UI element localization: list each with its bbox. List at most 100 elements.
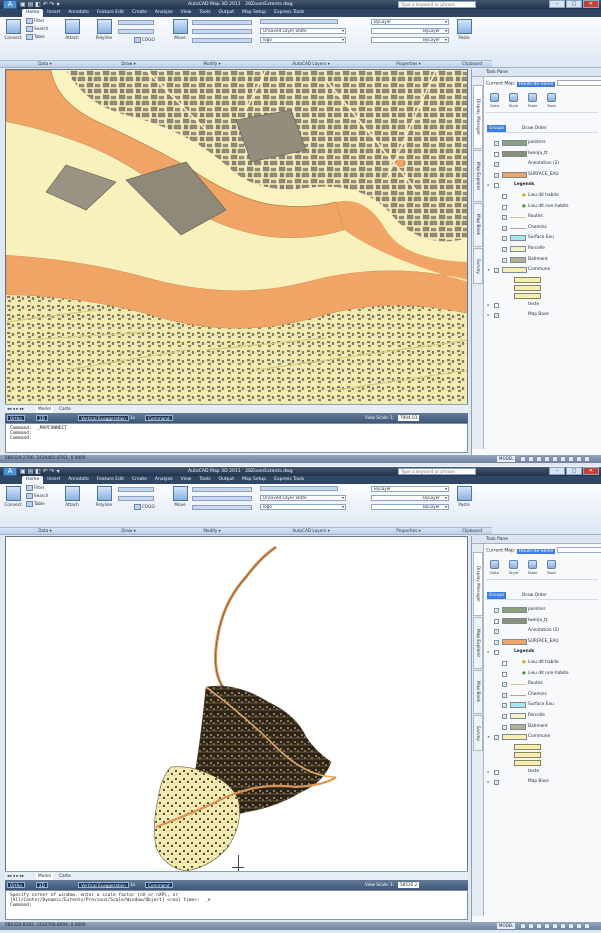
layer-checkbox[interactable] — [502, 671, 507, 677]
layer-checkbox[interactable]: ✓ — [502, 257, 507, 263]
layer-routes[interactable]: ✓ Routes — [486, 212, 600, 223]
command-toggle[interactable]: Command — [145, 415, 173, 421]
modify-tools-row-2[interactable] — [192, 29, 252, 34]
tab-carte[interactable]: Carte — [57, 873, 73, 880]
layer-checkbox[interactable]: ✓ — [502, 682, 507, 688]
maximize-button[interactable]: □ — [566, 467, 582, 475]
draw-tools-row-2[interactable] — [118, 29, 154, 34]
table-tool-button[interactable]: Table — [526, 93, 539, 112]
color-select[interactable]: ByLayer — [371, 486, 449, 492]
layer-checkbox[interactable] — [502, 193, 507, 199]
layer-batiment[interactable]: ✓ Batiment — [486, 722, 600, 733]
panel-modify[interactable]: Modify ▾ — [167, 60, 257, 67]
layer-checkbox[interactable]: ✓ — [494, 629, 499, 635]
layer-select[interactable]: logo — [260, 504, 346, 510]
panel-properties[interactable]: Properties ▾ — [365, 527, 452, 534]
vertical-exaggeration-toggle[interactable]: Vertical Exaggeration — [78, 415, 129, 421]
tab-carte[interactable]: Carte — [57, 406, 73, 413]
tab-display-manager[interactable]: Display Manager — [473, 85, 483, 149]
draw-tools-row-1[interactable] — [118, 487, 154, 492]
command-line[interactable]: Command: _MAPCONNECT Command: Command: — [5, 423, 468, 453]
tab-analyze[interactable]: Analyze — [151, 9, 177, 17]
view-scale-value[interactable]: 7904.03 — [398, 415, 420, 421]
panel-clipboard[interactable]: Clipboard — [452, 60, 492, 67]
layer-surface-eau[interactable]: ✓ SURFACE_EAU — [486, 170, 600, 181]
tools-tool-button[interactable]: Tools — [545, 93, 558, 112]
groups-button[interactable]: Groups — [487, 125, 507, 132]
quick-access-toolbar[interactable]: ▣ ▤ ◧ ↶ ↷ ▾ — [20, 468, 60, 475]
attach-button[interactable]: Attach — [62, 19, 82, 41]
layer-parcelle[interactable]: ✓ Parcelle — [486, 244, 600, 255]
tab-feature-edit[interactable]: Feature Edit — [93, 476, 128, 484]
tab-display-manager[interactable]: Display Manager — [473, 552, 483, 616]
layer-annotation[interactable]: ✓ Annotation (2) — [486, 626, 600, 637]
tab-express-tools[interactable]: Express Tools — [270, 9, 308, 17]
panel-data[interactable]: Data ▾ — [0, 60, 90, 67]
linetype-select[interactable]: ByLayer — [371, 495, 449, 501]
layer-checkbox[interactable]: ✓ — [502, 724, 507, 730]
layer-checkbox[interactable]: ✓ — [494, 735, 499, 741]
layer-checkbox[interactable] — [494, 151, 499, 157]
command-line[interactable]: Specify corner of window, enter a scale … — [5, 890, 468, 920]
layer-texte[interactable]: ▸ texte — [486, 767, 600, 778]
layer-checkbox[interactable]: ✓ — [502, 225, 507, 231]
connect-button[interactable]: Connect — [3, 486, 23, 508]
tab-home[interactable]: Home — [22, 9, 44, 17]
layer-checkbox[interactable]: ✓ — [494, 141, 499, 146]
move-button[interactable]: Move — [171, 486, 189, 508]
tab-survey[interactable]: Survey — [473, 715, 483, 751]
layer-map-base[interactable]: ▸ ✓ Map Base — [486, 777, 600, 788]
layer-checkbox[interactable] — [502, 660, 507, 666]
tab-create[interactable]: Create — [128, 9, 151, 17]
modify-tools-row-1[interactable] — [192, 20, 252, 25]
table-button[interactable]: Table — [26, 34, 45, 40]
application-menu-button[interactable]: A — [3, 467, 17, 476]
model-toggle[interactable]: MODEL — [497, 923, 516, 929]
tab-map-book[interactable]: Map Book — [473, 203, 483, 247]
mode-2d-toggle[interactable]: 2D — [36, 415, 48, 421]
layer-commune[interactable]: ▾ ✓ Commune — [486, 265, 600, 276]
search-input[interactable]: Type a keyword or phrase — [398, 1, 476, 8]
data-tool-button[interactable]: Data — [488, 560, 501, 579]
tab-map-setup[interactable]: Map Setup — [238, 9, 270, 17]
layer-group-legends[interactable]: ▸ Legends — [486, 647, 600, 658]
quick-access-toolbar[interactable]: ▣ ▤ ◧ ↶ ↷ ▾ — [20, 1, 60, 8]
tab-insert[interactable]: Insert — [43, 476, 64, 484]
tab-map-explorer[interactable]: Map Explorer — [473, 150, 483, 202]
command-prompt[interactable]: Command: — [10, 436, 463, 441]
layer-texte[interactable]: ▸ texte — [486, 300, 600, 311]
layout-nav-arrows[interactable]: ◂◂ ◂ ▸ ▸▸ — [7, 406, 24, 413]
draw-order-button[interactable]: Draw Order — [520, 125, 549, 132]
layer-checkbox[interactable] — [502, 204, 507, 210]
tab-map-book[interactable]: Map Book — [473, 670, 483, 714]
panel-modify[interactable]: Modify ▾ — [167, 527, 257, 534]
tab-create[interactable]: Create — [128, 476, 151, 484]
tab-insert[interactable]: Insert — [43, 9, 64, 17]
layer-checkbox[interactable] — [494, 769, 499, 775]
layer-pointers[interactable]: ✓ pointers — [486, 605, 600, 616]
modify-tools-row-3[interactable] — [192, 505, 252, 510]
layer-routes[interactable]: ✓ Routes — [486, 679, 600, 690]
layer-checkbox[interactable]: ✓ — [494, 313, 499, 319]
layer-surface-eau-legend[interactable]: ✓ Surface Eau — [486, 233, 600, 244]
groups-button[interactable]: Groups — [487, 592, 507, 599]
color-select[interactable]: ByLayer — [371, 19, 449, 25]
tab-model[interactable]: Model — [36, 873, 53, 880]
data-tool-button[interactable]: Data — [488, 93, 501, 112]
layer-checkbox[interactable]: ✓ — [502, 236, 507, 242]
layer-checkbox[interactable]: ✓ — [494, 172, 499, 178]
layer-annotation[interactable]: ✓ Annotation (2) — [486, 159, 600, 170]
close-button[interactable]: ✕ — [583, 467, 599, 475]
connect-button[interactable]: Connect — [3, 19, 23, 41]
layer-checkbox[interactable]: ✓ — [494, 780, 499, 786]
lineweight-select[interactable]: ByLayer — [371, 37, 449, 43]
panel-clipboard[interactable]: Clipboard — [452, 527, 492, 534]
tab-map-setup[interactable]: Map Setup — [238, 476, 270, 484]
panel-draw[interactable]: Draw ▾ — [90, 527, 167, 534]
layer-checkbox[interactable] — [494, 618, 499, 624]
layer-checkbox[interactable]: ✓ — [502, 692, 507, 698]
status-icons[interactable] — [520, 456, 590, 462]
tab-tools[interactable]: Tools — [195, 476, 214, 484]
tab-map-explorer[interactable]: Map Explorer — [473, 617, 483, 669]
tab-analyze[interactable]: Analyze — [151, 476, 177, 484]
